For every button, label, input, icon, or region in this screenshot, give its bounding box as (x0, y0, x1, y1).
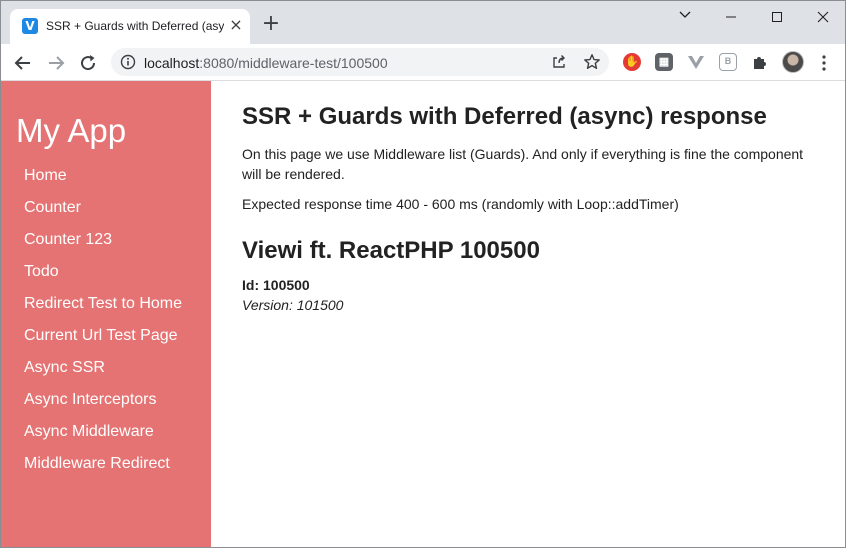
close-window-icon[interactable] (800, 5, 845, 29)
active-tab[interactable]: V SSR + Guards with Deferred (async) res… (10, 9, 250, 44)
extension-grid-icon[interactable]: ▦ (655, 53, 673, 71)
version-value: Version: 101500 (242, 297, 344, 313)
reload-icon[interactable] (75, 50, 101, 76)
nav-link-counter[interactable]: Counter (24, 199, 81, 217)
maximize-icon[interactable] (754, 5, 800, 29)
url-host: localhost (144, 55, 200, 71)
tab-close-icon[interactable]: × (226, 15, 246, 35)
nav-link-async-middleware[interactable]: Async Middleware (24, 423, 154, 441)
share-icon[interactable] (551, 54, 567, 75)
page-viewport: My App Home Counter Counter 123 Todo Red… (1, 81, 845, 547)
tab-search-chevron-icon[interactable] (662, 5, 708, 29)
tab-strip: V SSR + Guards with Deferred (async) res… (1, 1, 845, 44)
extensions-puzzle-icon[interactable] (751, 53, 769, 71)
page-title: SSR + Guards with Deferred (async) respo… (242, 103, 767, 130)
new-tab-icon[interactable]: + (259, 12, 283, 36)
nav-link-redirect-test[interactable]: Redirect Test to Home (24, 295, 182, 313)
extension-badge-icon[interactable]: B (719, 53, 737, 71)
bookmark-star-icon[interactable] (583, 53, 601, 76)
response-time-note: Expected response time 400 - 600 ms (ran… (242, 196, 679, 212)
nav-link-async-ssr[interactable]: Async SSR (24, 359, 105, 377)
back-arrow-icon[interactable] (10, 50, 36, 76)
nav-link-async-interceptors[interactable]: Async Interceptors (24, 391, 157, 409)
sidebar: My App Home Counter Counter 123 Todo Red… (1, 81, 211, 547)
page-description: On this page we use Middleware list (Gua… (242, 146, 804, 182)
browser-window: V SSR + Guards with Deferred (async) res… (0, 0, 846, 548)
tab-title: SSR + Guards with Deferred (async) respo… (46, 19, 224, 33)
viewi-favicon-icon: V (22, 18, 38, 34)
forward-arrow-icon[interactable] (43, 50, 69, 76)
id-value: Id: 100500 (242, 277, 310, 293)
nav-link-home[interactable]: Home (24, 167, 67, 185)
nav-link-todo[interactable]: Todo (24, 263, 59, 281)
address-bar[interactable]: localhost:8080/middleware-test/100500 (111, 48, 609, 76)
component-heading: Viewi ft. ReactPHP 100500 (242, 237, 540, 264)
nav-link-current-url-test[interactable]: Current Url Test Page (24, 327, 178, 345)
vue-devtools-icon[interactable] (687, 53, 705, 71)
minimize-icon[interactable] (708, 5, 754, 29)
extension-shield-icon[interactable]: ✋ (623, 53, 641, 71)
url-text[interactable]: localhost:8080/middleware-test/100500 (144, 55, 388, 71)
url-path: :8080/middleware-test/100500 (199, 55, 388, 71)
browser-toolbar: localhost:8080/middleware-test/100500 ✋ … (1, 44, 845, 81)
nav-link-middleware-redirect[interactable]: Middleware Redirect (24, 455, 170, 473)
nav-link-counter-123[interactable]: Counter 123 (24, 231, 112, 249)
kebab-menu-icon[interactable] (816, 53, 832, 73)
app-title: My App (16, 112, 127, 149)
profile-avatar[interactable] (782, 51, 804, 73)
site-info-icon[interactable] (120, 54, 136, 70)
